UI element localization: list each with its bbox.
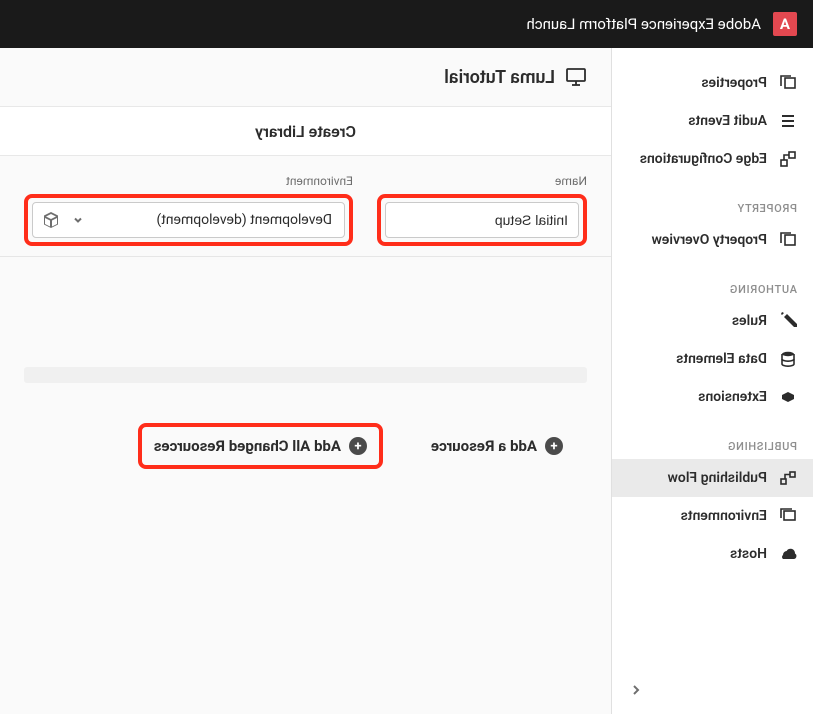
extensions-icon [779, 388, 797, 406]
sidebar-item-rules[interactable]: Rules [612, 302, 813, 340]
rules-icon [779, 312, 797, 330]
sidebar-item-label: Hosts [730, 546, 767, 562]
app-header: A Adobe Experience Platform Launch [0, 0, 813, 48]
property-name: Luma Tutorial [444, 67, 555, 88]
sidebar-section-publishing: PUBLISHING [612, 416, 813, 459]
list-icon [779, 112, 797, 130]
environment-selected-value: Development (development) [156, 212, 332, 228]
page-title: Create Library [0, 106, 611, 156]
environment-label: Environment [24, 174, 353, 188]
property-header: Luma Tutorial [0, 48, 611, 94]
highlight-add-all: + Add All Changed Resources [138, 423, 383, 469]
sidebar-item-label: Properties [701, 75, 767, 91]
add-all-label: Add All Changed Resources [154, 437, 341, 455]
sidebar-item-data-elements[interactable]: Data Elements [612, 340, 813, 378]
left-sidebar: Properties Audit Events Edge Configurati… [611, 48, 813, 714]
sidebar-item-publishing-flow[interactable]: Publishing Flow [612, 459, 813, 497]
sidebar-item-hosts[interactable]: Hosts [612, 535, 813, 573]
sidebar-item-label: Edge Configurations [640, 151, 767, 167]
sidebar-item-environments[interactable]: Environments [612, 497, 813, 535]
monitor-icon [565, 66, 587, 88]
package-icon [42, 211, 60, 229]
sidebar-item-label: Extensions [698, 389, 767, 405]
horizontal-scrollbar[interactable] [24, 367, 587, 383]
property-overview-icon [779, 231, 797, 249]
sidebar-item-label: Data Elements [676, 351, 767, 367]
edge-config-icon [779, 150, 797, 168]
sidebar-item-label: Environments [681, 508, 767, 524]
sidebar-item-label: Publishing Flow [668, 470, 767, 486]
library-form: Name Environment Development (developmen… [0, 156, 611, 257]
sidebar-item-label: Rules [732, 313, 767, 329]
add-resource-button[interactable]: + Add a Resource [423, 431, 571, 461]
app-title: Adobe Experience Platform Launch [526, 15, 761, 33]
chevron-down-icon [72, 214, 84, 226]
highlight-name-input [377, 194, 587, 246]
sidebar-item-extensions[interactable]: Extensions [612, 378, 813, 416]
publishing-flow-icon [779, 469, 797, 487]
add-resource-label: Add a Resource [431, 437, 537, 455]
sidebar-collapse-button[interactable] [624, 678, 648, 702]
main-content: Luma Tutorial Create Library Name Enviro… [0, 48, 611, 714]
hosts-icon [779, 545, 797, 563]
sidebar-item-edge-configurations[interactable]: Edge Configurations [612, 140, 813, 178]
plus-circle-icon: + [545, 437, 563, 455]
sidebar-item-label: Audit Events [688, 113, 767, 129]
adobe-logo-icon: A [773, 12, 797, 36]
environments-icon [779, 507, 797, 525]
sidebar-item-property-overview[interactable]: Property Overview [612, 221, 813, 259]
sidebar-item-properties[interactable]: Properties [612, 64, 813, 102]
name-label: Name [377, 174, 587, 188]
library-name-input[interactable] [385, 202, 579, 238]
add-all-changed-resources-button[interactable]: + Add All Changed Resources [146, 431, 375, 461]
plus-circle-icon: + [349, 437, 367, 455]
highlight-environment-select: Development (development) [24, 194, 353, 246]
sidebar-section-property: PROPERTY [612, 178, 813, 221]
sidebar-section-authoring: AUTHORING [612, 259, 813, 302]
sidebar-item-audit-events[interactable]: Audit Events [612, 102, 813, 140]
data-elements-icon [779, 350, 797, 368]
resource-actions: + Add a Resource + Add All Changed Resou… [0, 383, 611, 493]
properties-icon [779, 74, 797, 92]
sidebar-item-label: Property Overview [652, 232, 767, 248]
